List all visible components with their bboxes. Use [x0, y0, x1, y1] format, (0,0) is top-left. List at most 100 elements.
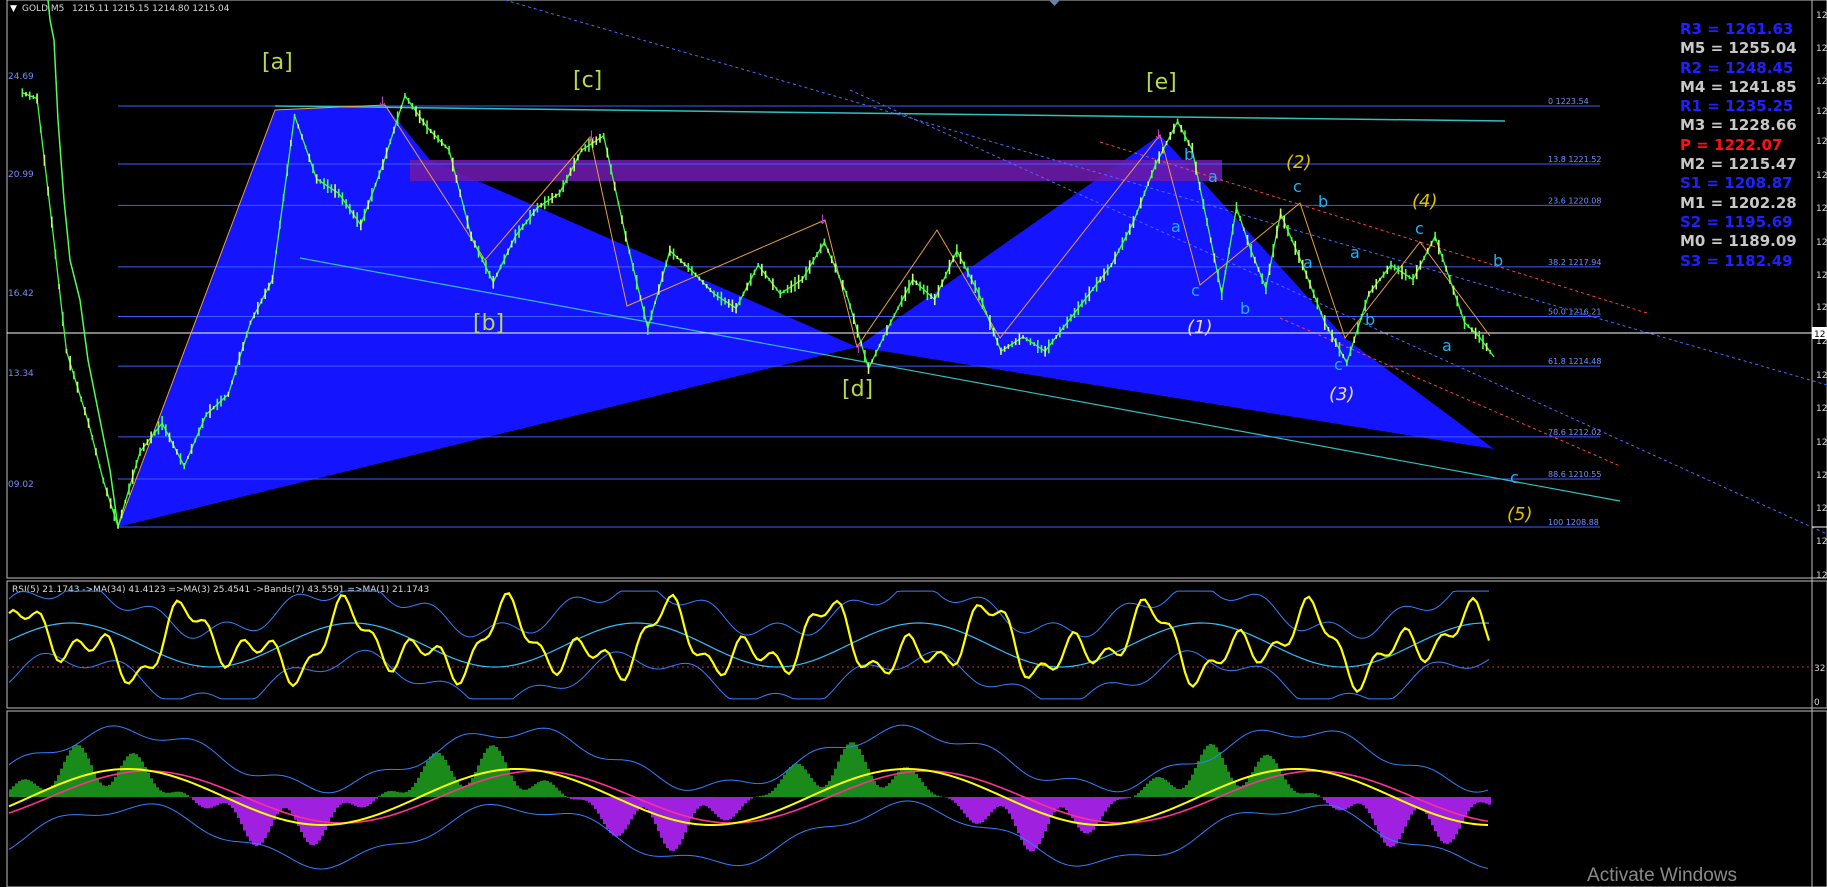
histogram-bar — [216, 797, 219, 805]
histogram-bar — [1365, 797, 1368, 809]
histogram-bar — [816, 785, 819, 797]
histogram-bar — [765, 794, 768, 797]
wave-label: (2) — [1286, 152, 1312, 173]
histogram-bar — [1302, 793, 1305, 797]
wave-label-c: c — [1334, 355, 1343, 374]
histogram-bar — [270, 797, 273, 827]
histogram-bar — [570, 797, 573, 799]
histogram-bar — [1344, 797, 1347, 810]
wave-label-a: a — [1208, 167, 1218, 186]
fib-level-label: 50.0 1216.21 — [1548, 308, 1601, 317]
histogram-bar — [1266, 754, 1269, 797]
histogram-bar — [1380, 797, 1383, 838]
pivot-level: M5 = 1255.04 — [1680, 39, 1797, 58]
histogram-bar — [1101, 797, 1104, 817]
histogram-bar — [960, 797, 963, 810]
histogram-bar — [384, 792, 387, 797]
wave-label: [b] — [473, 311, 504, 336]
histogram-bar — [1473, 797, 1476, 805]
histogram-bar — [1482, 797, 1485, 803]
histogram-bar — [459, 784, 462, 797]
histogram-bar — [195, 797, 198, 803]
histogram-bar — [105, 786, 108, 797]
histogram-bar — [1230, 777, 1233, 797]
histogram-bar — [438, 753, 441, 797]
histogram-bar — [234, 797, 237, 813]
wave-label: [c] — [573, 68, 602, 93]
histogram-bar — [1002, 797, 1005, 807]
histogram-bar — [126, 756, 129, 797]
histogram-bar — [15, 783, 18, 797]
histogram-bar — [297, 797, 300, 826]
histogram-bar — [1446, 797, 1449, 844]
histogram-bar — [705, 797, 708, 807]
histogram-bar — [918, 777, 921, 797]
right-axis-tick: 12 — [1816, 171, 1827, 181]
histogram-bar — [36, 785, 39, 797]
histogram-bar — [138, 757, 141, 797]
rsi-panel — [6, 580, 1827, 709]
histogram-bar — [807, 773, 810, 797]
histogram-bar — [24, 779, 27, 797]
histogram-bar — [162, 792, 165, 797]
histogram-bar — [798, 764, 801, 797]
histogram-bar — [9, 789, 12, 797]
histogram-bar — [471, 777, 474, 797]
histogram-bar — [801, 766, 804, 797]
histogram-bar — [1224, 764, 1227, 797]
wave-label-c: c — [1191, 281, 1200, 300]
histogram-bar — [1269, 756, 1272, 797]
histogram-bar — [1128, 797, 1131, 798]
histogram-bar — [1209, 744, 1212, 797]
right-axis-tick: 12 — [1816, 11, 1827, 21]
histogram-bar — [891, 779, 894, 797]
chart-canvas[interactable]: ▼ GOLD,M5 1215.11 1215.15 1214.80 1215.0… — [0, 0, 1827, 887]
histogram-bar — [1149, 780, 1152, 797]
histogram-bar — [1194, 767, 1197, 797]
histogram-bar — [1260, 757, 1263, 797]
right-axis-tick: 12 — [1816, 404, 1827, 414]
histogram-bar — [1407, 797, 1410, 821]
histogram-bar — [1089, 797, 1092, 833]
histogram-bar — [255, 797, 258, 847]
pivot-level: S3 = 1182.49 — [1680, 251, 1793, 270]
histogram-bar — [573, 797, 576, 800]
histogram-bar — [1275, 763, 1278, 797]
histogram-bar — [771, 790, 774, 797]
histogram-bar — [372, 797, 375, 802]
histogram-bar — [288, 797, 291, 811]
histogram-bar — [723, 797, 726, 821]
histogram-bar — [174, 791, 177, 797]
histogram-bar — [1113, 797, 1116, 802]
histogram-bar — [117, 771, 120, 797]
histogram-bar — [252, 797, 255, 845]
histogram-bar — [1353, 797, 1356, 805]
histogram-bar — [1122, 797, 1125, 799]
histogram-bar — [780, 779, 783, 797]
wave-label-a: a — [1303, 253, 1313, 272]
right-axis-tick: 12 — [1816, 438, 1827, 448]
histogram-bar — [135, 754, 138, 797]
histogram-bar — [351, 797, 354, 805]
histogram-bar — [1374, 797, 1377, 826]
histogram-bar — [1080, 797, 1083, 831]
histogram-bar — [480, 758, 483, 797]
histogram-bar — [1308, 792, 1311, 797]
histogram-bar — [1047, 797, 1050, 825]
histogram-bar — [1428, 797, 1431, 820]
pivot-level: R3 = 1261.63 — [1680, 20, 1794, 38]
rsi-level-label: 32 — [1814, 664, 1825, 674]
pivot-level: S1 = 1208.87 — [1680, 174, 1793, 193]
histogram-bar — [903, 767, 906, 797]
histogram-bar — [600, 797, 603, 819]
histogram-bar — [1203, 749, 1206, 797]
histogram-bar — [141, 761, 144, 797]
histogram-bar — [603, 797, 606, 825]
histogram-bar — [663, 797, 666, 844]
histogram-bar — [1431, 797, 1434, 826]
fib-level-label: 78.6 1212.02 — [1548, 428, 1601, 437]
histogram-bar — [966, 797, 969, 818]
fib-level-label: 38.2 1217.94 — [1548, 258, 1601, 267]
histogram-bar — [246, 797, 249, 837]
histogram-bar — [513, 781, 516, 797]
